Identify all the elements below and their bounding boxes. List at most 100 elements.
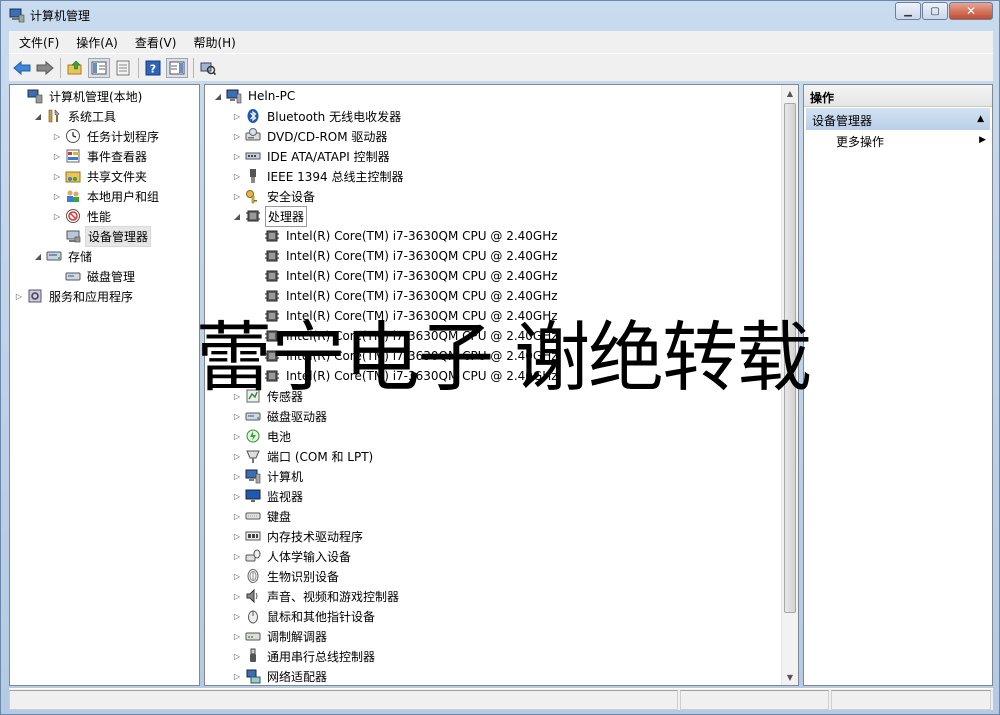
- processor-item[interactable]: Intel(R) Core(TM) i7-3630QM CPU @ 2.40GH…: [251, 266, 560, 286]
- menu-action[interactable]: 操作(A): [76, 34, 118, 51]
- menu-help[interactable]: 帮助(H): [193, 34, 235, 51]
- processor-item[interactable]: Intel(R) Core(TM) i7-3630QM CPU @ 2.40GH…: [251, 226, 560, 246]
- console-tree-item[interactable]: 磁盘管理: [52, 266, 137, 286]
- device-category[interactable]: ▷ 调制解调器: [232, 626, 329, 646]
- expand-toggle-icon[interactable]: ▷: [52, 151, 62, 161]
- expand-toggle-icon[interactable]: ▷: [232, 611, 242, 621]
- expand-toggle-icon[interactable]: ▷: [232, 171, 242, 181]
- device-category[interactable]: ◢ 处理器: [232, 205, 308, 227]
- expand-toggle-icon[interactable]: [251, 291, 261, 301]
- processor-item[interactable]: Intel(R) Core(TM) i7-3630QM CPU @ 2.40GH…: [251, 306, 560, 326]
- device-category[interactable]: ▷ 安全设备: [232, 186, 317, 206]
- device-category[interactable]: ▷ 网络适配器: [232, 666, 329, 685]
- properties-button[interactable]: [113, 58, 133, 78]
- processor-item[interactable]: Intel(R) Core(TM) i7-3630QM CPU @ 2.40GH…: [251, 246, 560, 266]
- forward-button[interactable]: [35, 58, 55, 78]
- device-tree-root[interactable]: ◢ Heln-PC: [213, 86, 297, 106]
- expand-toggle-icon[interactable]: [251, 371, 261, 381]
- title-bar[interactable]: 计算机管理 ▁ ▢ ✕: [1, 1, 999, 29]
- expand-toggle-icon[interactable]: ▷: [232, 431, 242, 441]
- scroll-down-button[interactable]: ▼: [782, 669, 798, 685]
- expand-toggle-icon[interactable]: ▷: [232, 191, 242, 201]
- expand-toggle-icon[interactable]: ▷: [232, 571, 242, 581]
- expand-toggle-icon[interactable]: ▷: [232, 491, 242, 501]
- console-tree-item[interactable]: 计算机管理(本地): [14, 86, 144, 106]
- expand-toggle-icon[interactable]: [14, 91, 24, 101]
- expand-toggle-icon[interactable]: [251, 251, 261, 261]
- expand-toggle-icon[interactable]: [251, 231, 261, 241]
- device-category[interactable]: ▷ 计算机: [232, 466, 305, 486]
- console-tree-item[interactable]: ▷ 共享文件夹: [52, 166, 149, 186]
- device-category[interactable]: ▷ 监视器: [232, 486, 305, 506]
- processor-item[interactable]: Intel(R) Core(TM) i7-3630QM CPU @ 2.40GH…: [251, 366, 560, 386]
- help-button[interactable]: ?: [143, 58, 163, 78]
- device-category[interactable]: ▷ 鼠标和其他指针设备: [232, 606, 377, 626]
- expand-toggle-icon[interactable]: ◢: [213, 91, 223, 101]
- expand-toggle-icon[interactable]: ▷: [232, 531, 242, 541]
- expand-toggle-icon[interactable]: [251, 351, 261, 361]
- more-actions-item[interactable]: 更多操作: [836, 133, 884, 150]
- device-category[interactable]: ▷ 通用串行总线控制器: [232, 646, 377, 666]
- expand-toggle-icon[interactable]: ▷: [232, 651, 242, 661]
- expand-toggle-icon[interactable]: ▷: [232, 111, 242, 121]
- expand-toggle-icon[interactable]: ▷: [232, 551, 242, 561]
- expand-toggle-icon[interactable]: [251, 311, 261, 321]
- device-category[interactable]: ▷ 端口 (COM 和 LPT): [232, 446, 375, 466]
- actions-section-device-manager[interactable]: 设备管理器 ▲: [806, 108, 990, 130]
- console-tree-item[interactable]: ◢ 系统工具: [33, 106, 118, 126]
- device-category[interactable]: ▷ 电池: [232, 426, 293, 446]
- expand-toggle-icon[interactable]: ▷: [232, 451, 242, 461]
- device-category[interactable]: ▷ 磁盘驱动器: [232, 406, 329, 426]
- expand-toggle-icon[interactable]: ▷: [52, 131, 62, 141]
- processor-item[interactable]: Intel(R) Core(TM) i7-3630QM CPU @ 2.40GH…: [251, 286, 560, 306]
- expand-toggle-icon[interactable]: [52, 231, 62, 241]
- console-tree-item[interactable]: ▷ 事件查看器: [52, 146, 149, 166]
- device-category[interactable]: ▷ 人体学输入设备: [232, 546, 353, 566]
- expand-toggle-icon[interactable]: ◢: [33, 111, 43, 121]
- device-category[interactable]: ▷ 内存技术驱动程序: [232, 526, 365, 546]
- expand-toggle-icon[interactable]: ▷: [232, 131, 242, 141]
- expand-toggle-icon[interactable]: ▷: [232, 631, 242, 641]
- expand-toggle-icon[interactable]: [251, 271, 261, 281]
- expand-toggle-icon[interactable]: ▷: [232, 151, 242, 161]
- expand-toggle-icon[interactable]: ▷: [52, 211, 62, 221]
- console-tree-item[interactable]: ▷ 任务计划程序: [52, 126, 161, 146]
- scroll-up-button[interactable]: ▲: [782, 85, 798, 101]
- expand-toggle-icon[interactable]: ◢: [33, 251, 43, 261]
- expand-toggle-icon[interactable]: ▷: [232, 411, 242, 421]
- device-category[interactable]: ▷ Bluetooth 无线电收发器: [232, 106, 403, 126]
- expand-toggle-icon[interactable]: ▷: [52, 191, 62, 201]
- console-tree-item[interactable]: ▷ 性能: [52, 206, 113, 226]
- show-hide-action-pane-button[interactable]: [166, 57, 188, 78]
- scroll-thumb[interactable]: [784, 103, 796, 613]
- expand-toggle-icon[interactable]: ▷: [232, 511, 242, 521]
- expand-toggle-icon[interactable]: ▷: [14, 291, 24, 301]
- device-category[interactable]: ▷ 声音、视频和游戏控制器: [232, 586, 401, 606]
- maximize-button[interactable]: ▢: [922, 2, 948, 20]
- menu-file[interactable]: 文件(F): [19, 34, 59, 51]
- minimize-button[interactable]: ▁: [895, 2, 921, 20]
- console-tree-item[interactable]: ◢ 存储: [33, 246, 94, 266]
- device-category[interactable]: ▷ 传感器: [232, 386, 305, 406]
- expand-toggle-icon[interactable]: ▷: [232, 391, 242, 401]
- collapse-icon[interactable]: ▲: [977, 114, 984, 124]
- back-button[interactable]: [12, 58, 32, 78]
- up-button[interactable]: [65, 58, 85, 78]
- menu-view[interactable]: 查看(V): [135, 34, 177, 51]
- processor-item[interactable]: Intel(R) Core(TM) i7-3630QM CPU @ 2.40GH…: [251, 346, 560, 366]
- vertical-scrollbar[interactable]: ▲ ▼: [781, 85, 798, 685]
- console-tree-item[interactable]: 设备管理器: [52, 225, 152, 247]
- expand-toggle-icon[interactable]: ◢: [232, 211, 242, 221]
- scan-hardware-button[interactable]: [198, 58, 218, 78]
- console-tree-item[interactable]: ▷ 服务和应用程序: [14, 286, 135, 306]
- expand-toggle-icon[interactable]: ▷: [52, 171, 62, 181]
- expand-toggle-icon[interactable]: ▷: [232, 471, 242, 481]
- device-category[interactable]: ▷ 生物识别设备: [232, 566, 341, 586]
- device-category[interactable]: ▷ 键盘: [232, 506, 293, 526]
- expand-toggle-icon[interactable]: ▷: [232, 671, 242, 681]
- expand-toggle-icon[interactable]: [251, 331, 261, 341]
- device-category[interactable]: ▷ DVD/CD-ROM 驱动器: [232, 126, 389, 146]
- show-hide-tree-button[interactable]: [88, 57, 110, 78]
- expand-toggle-icon[interactable]: ▷: [232, 591, 242, 601]
- processor-item[interactable]: Intel(R) Core(TM) i7-3630QM CPU @ 2.40GH…: [251, 326, 560, 346]
